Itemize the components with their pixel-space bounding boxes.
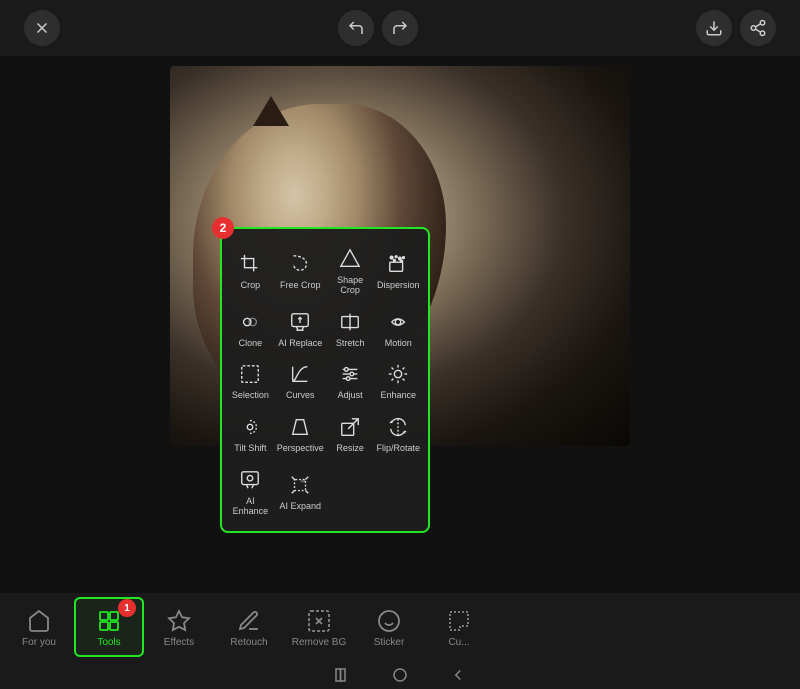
top-bar-center	[338, 10, 418, 46]
recents-button[interactable]	[449, 666, 467, 684]
system-bar	[0, 661, 800, 689]
tool-ai-expand[interactable]: AI AI Expand	[275, 460, 326, 521]
undo-button[interactable]	[338, 10, 374, 46]
tool-selection[interactable]: Selection	[228, 354, 273, 405]
tool-curves[interactable]: Curves	[275, 354, 326, 405]
tool-resize-label: Resize	[336, 444, 364, 454]
svg-text:AI: AI	[301, 478, 305, 483]
tool-dispersion[interactable]: Dispersion	[374, 239, 422, 300]
tools-badge: 1	[118, 599, 136, 617]
tools-grid: Crop Free Crop Shape Crop	[228, 239, 422, 521]
tool-ai-enhance-label: AI Enhance	[230, 497, 271, 517]
back-button[interactable]	[333, 666, 351, 684]
toolbar-sticker-label: Sticker	[374, 637, 405, 648]
toolbar-item-sticker[interactable]: Sticker	[354, 597, 424, 657]
tool-shape-crop[interactable]: Shape Crop	[328, 239, 373, 300]
effects-icon	[165, 607, 193, 635]
toolbar-item-cutout[interactable]: Cu...	[424, 597, 494, 657]
tool-perspective[interactable]: Perspective	[275, 407, 326, 458]
stretch-icon	[336, 308, 364, 336]
tool-clone[interactable]: Clone	[228, 302, 273, 353]
tool-ai-replace-label: AI Replace	[278, 339, 322, 349]
tool-motion[interactable]: Motion	[374, 302, 422, 353]
top-bar-left	[24, 10, 60, 46]
tool-free-crop-label: Free Crop	[280, 281, 321, 291]
resize-icon	[336, 413, 364, 441]
cutout-icon	[445, 607, 473, 635]
shape-crop-icon	[336, 245, 364, 273]
tools-panel-badge: 2	[212, 217, 234, 239]
tool-perspective-label: Perspective	[277, 444, 324, 454]
tool-selection-label: Selection	[232, 391, 269, 401]
top-bar	[0, 0, 800, 56]
image-area: Foo 2 Crop Free Crop Shape Cro	[0, 56, 800, 593]
retouch-icon	[235, 607, 263, 635]
toolbar-tools-label: Tools	[97, 637, 120, 648]
for-you-icon	[25, 607, 53, 635]
tilt-shift-icon	[236, 413, 264, 441]
tool-clone-label: Clone	[239, 339, 263, 349]
redo-button[interactable]	[382, 10, 418, 46]
tool-enhance-label: Enhance	[380, 391, 416, 401]
toolbar-item-tools[interactable]: 1 Tools	[74, 597, 144, 657]
crop-icon	[236, 250, 264, 278]
flip-rotate-icon	[384, 413, 412, 441]
tool-ai-expand-label: AI Expand	[279, 502, 321, 512]
tool-curves-label: Curves	[286, 391, 315, 401]
toolbar-item-for-you[interactable]: For you	[4, 597, 74, 657]
motion-icon	[384, 308, 412, 336]
bottom-toolbar: For you 1 Tools Effects Retouch	[0, 593, 800, 661]
toolbar-effects-label: Effects	[164, 637, 194, 648]
free-crop-icon	[286, 250, 314, 278]
toolbar-item-effects[interactable]: Effects	[144, 597, 214, 657]
clone-icon	[236, 308, 264, 336]
tool-enhance[interactable]: Enhance	[374, 354, 422, 405]
toolbar-item-remove-bg[interactable]: Remove BG	[284, 597, 354, 657]
ai-enhance-icon	[236, 466, 264, 494]
ai-expand-icon: AI	[286, 471, 314, 499]
tool-resize[interactable]: Resize	[328, 407, 373, 458]
sticker-icon	[375, 607, 403, 635]
tool-motion-label: Motion	[385, 339, 412, 349]
tool-flip-rotate-label: Flip/Rotate	[376, 444, 420, 454]
remove-bg-icon	[305, 607, 333, 635]
home-button[interactable]	[391, 666, 409, 684]
tool-dispersion-label: Dispersion	[377, 281, 420, 291]
tool-adjust-label: Adjust	[338, 391, 363, 401]
top-bar-right	[696, 10, 776, 46]
curves-icon	[286, 360, 314, 388]
tools-panel: 2 Crop Free Crop Shape Crop	[220, 227, 430, 533]
selection-icon	[236, 360, 264, 388]
download-button[interactable]	[696, 10, 732, 46]
enhance-icon	[384, 360, 412, 388]
perspective-icon	[286, 413, 314, 441]
toolbar-retouch-label: Retouch	[230, 637, 267, 648]
toolbar-for-you-label: For you	[22, 637, 56, 648]
share-button[interactable]	[740, 10, 776, 46]
tool-flip-rotate[interactable]: Flip/Rotate	[374, 407, 422, 458]
tool-ai-replace[interactable]: AI Replace	[275, 302, 326, 353]
tool-adjust[interactable]: Adjust	[328, 354, 373, 405]
close-button[interactable]	[24, 10, 60, 46]
tool-stretch[interactable]: Stretch	[328, 302, 373, 353]
tool-stretch-label: Stretch	[336, 339, 365, 349]
toolbar-remove-bg-label: Remove BG	[292, 637, 346, 648]
toolbar-cutout-label: Cu...	[448, 637, 469, 648]
tool-free-crop[interactable]: Free Crop	[275, 239, 326, 300]
adjust-icon	[336, 360, 364, 388]
toolbar-item-retouch[interactable]: Retouch	[214, 597, 284, 657]
tool-ai-enhance[interactable]: AI Enhance	[228, 460, 273, 521]
tool-tilt-shift[interactable]: Tilt Shift	[228, 407, 273, 458]
tool-crop-label: Crop	[241, 281, 261, 291]
tool-tilt-shift-label: Tilt Shift	[234, 444, 266, 454]
dispersion-icon	[384, 250, 412, 278]
tool-shape-crop-label: Shape Crop	[330, 276, 371, 296]
ai-replace-icon	[286, 308, 314, 336]
tool-crop[interactable]: Crop	[228, 239, 273, 300]
